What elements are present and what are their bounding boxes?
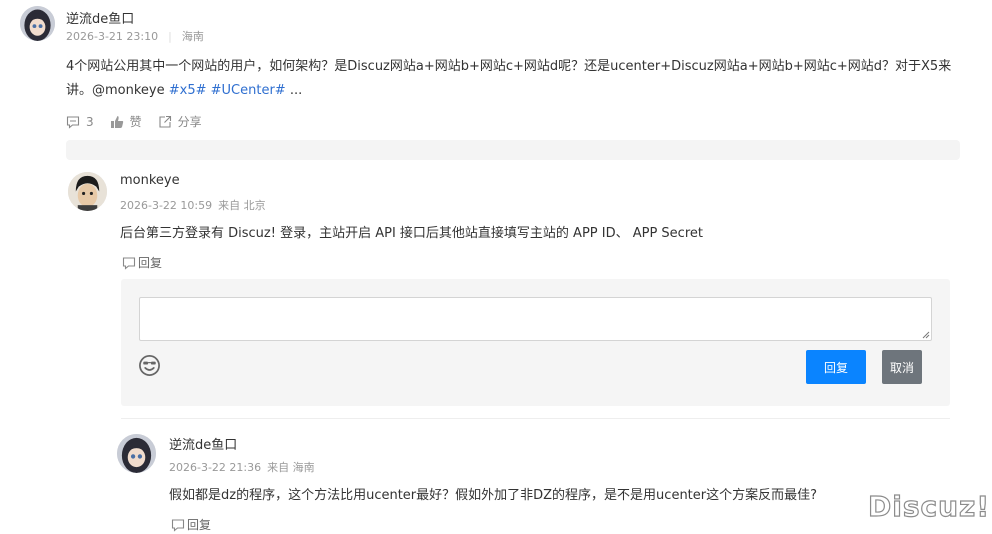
reply-separator — [121, 418, 950, 419]
comment-count: 3 — [86, 114, 94, 129]
emoji-button[interactable] — [138, 354, 161, 377]
reply-author-name[interactable]: monkeye — [120, 173, 180, 188]
reply-button[interactable]: 回复 — [171, 516, 211, 533]
reply-location: 来自 海南 — [267, 461, 315, 474]
reply-meta: 2026-3-22 10:59 来自 北京 — [120, 197, 266, 213]
share-icon — [158, 115, 172, 129]
smiley-face-icon — [139, 355, 160, 376]
reply-label: 回复 — [187, 518, 212, 532]
like-label: 赞 — [129, 115, 142, 129]
avatar-girl-image — [20, 6, 55, 41]
like-button[interactable]: 赞 — [110, 113, 142, 130]
reply-date: 2026-3-22 21:36 — [169, 461, 262, 474]
thumbs-up-icon — [110, 115, 124, 129]
topic-tag-ucenter[interactable]: #UCenter# — [211, 83, 286, 98]
post-actions: 3 赞 分享 — [66, 113, 202, 130]
cancel-reply-button[interactable]: 取消 — [882, 350, 922, 384]
post-date: 2026-3-21 23:10 — [66, 30, 159, 43]
comment-icon — [66, 115, 80, 129]
avatar-boy-image — [68, 172, 107, 211]
meta-separator: | — [168, 30, 172, 43]
comment-icon — [171, 518, 185, 532]
reply-button[interactable]: 回复 — [122, 254, 162, 271]
post-ellipsis: ... — [289, 83, 303, 98]
post-meta: 2026-3-21 23:10 | 海南 — [66, 28, 204, 44]
avatar-girl-image — [117, 434, 156, 473]
reply-content: 假如都是dz的程序，这个方法比用ucenter最好？假如外加了非DZ的程序，是不… — [169, 488, 818, 503]
avatar[interactable] — [68, 172, 107, 211]
avatar[interactable] — [117, 434, 156, 473]
reply-meta: 2026-3-22 21:36 来自 海南 — [169, 459, 315, 475]
share-button[interactable]: 分享 — [158, 113, 202, 130]
reply-author-name[interactable]: 逆流de鱼口 — [169, 434, 237, 453]
comment-button[interactable]: 3 — [66, 115, 94, 129]
topic-tag-x5[interactable]: #x5# — [169, 83, 207, 98]
discuz-watermark: Discuz! — [867, 489, 991, 523]
comment-icon — [122, 256, 136, 270]
submit-reply-button[interactable]: 回复 — [806, 350, 866, 384]
comments-divider — [66, 140, 960, 160]
post-content: 4个网站公用其中一个网站的用户，如何架构？是Discuz网站a+网站b+网站c+… — [66, 55, 956, 103]
reply-textarea[interactable] — [139, 297, 932, 341]
reply-content: 后台第三方登录有 Discuz! 登录，主站开启 API 接口后其他站直接填写主… — [120, 226, 703, 241]
reply-label: 回复 — [138, 256, 163, 270]
share-label: 分享 — [177, 115, 202, 129]
reply-location: 来自 北京 — [218, 199, 266, 212]
reply-date: 2026-3-22 10:59 — [120, 199, 213, 212]
resize-handle-icon[interactable] — [922, 331, 930, 339]
post-location: 海南 — [181, 30, 204, 43]
avatar[interactable] — [20, 6, 55, 41]
author-name[interactable]: 逆流de鱼口 — [66, 8, 134, 27]
